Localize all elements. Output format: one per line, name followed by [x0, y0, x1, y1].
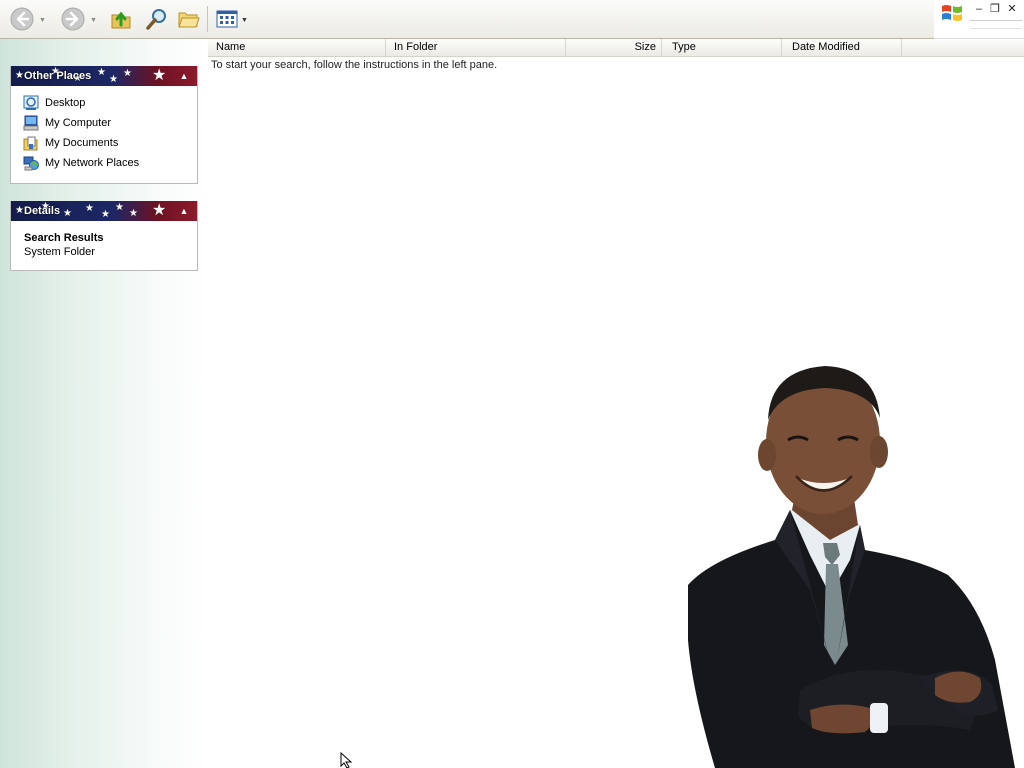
details-panel: ★ ★ ★ ★ ★ ★ ★ Details ★ ▲ Search Results…: [10, 201, 198, 271]
address-line-2: [970, 28, 1022, 29]
details-type: System Folder: [24, 246, 95, 258]
search-button[interactable]: [144, 5, 170, 33]
toolbar-separator: [207, 6, 208, 32]
minimize-button[interactable]: –: [972, 2, 986, 16]
search-instructions-text: To start your search, follow the instruc…: [211, 59, 498, 71]
place-desktop[interactable]: Desktop: [23, 95, 85, 111]
collapse-chevron-icon[interactable]: ▲: [177, 201, 191, 221]
address-line: [970, 20, 1022, 21]
other-places-panel: ★ ★ ★ ★ ★ ★ Other Places ★ ▲ Desktop My …: [10, 66, 198, 184]
toolbar: ▼ ▼ ▼: [0, 0, 934, 39]
column-header-in-folder[interactable]: In Folder: [386, 39, 566, 56]
other-places-header[interactable]: ★ ★ ★ ★ ★ ★ Other Places ★ ▲: [11, 66, 197, 86]
network-places-icon: [23, 156, 39, 171]
forward-arrow-icon: [61, 7, 85, 31]
column-header-size[interactable]: Size: [566, 39, 662, 56]
column-header-date-modified[interactable]: Date Modified: [782, 39, 902, 56]
collapse-chevron-icon[interactable]: ▲: [177, 66, 191, 86]
my-documents-icon: [23, 136, 38, 151]
column-header-type[interactable]: Type: [662, 39, 782, 56]
column-header-name[interactable]: Name: [208, 39, 386, 56]
folders-icon: [178, 12, 200, 28]
details-name: Search Results: [24, 232, 104, 244]
list-header: Name In Folder Size Type Date Modified: [208, 39, 1024, 57]
close-button[interactable]: ✕: [1005, 2, 1019, 16]
search-magnifier-icon: [146, 9, 166, 30]
folders-button[interactable]: [176, 5, 202, 33]
back-dropdown-icon[interactable]: ▼: [39, 17, 46, 24]
views-grid-icon: [216, 10, 238, 28]
place-my-network-places[interactable]: My Network Places: [23, 155, 139, 171]
desktop-icon: [23, 95, 39, 110]
star-icon: ★: [152, 67, 167, 84]
restore-button[interactable]: ❐: [988, 2, 1002, 16]
place-label: My Computer: [45, 117, 112, 129]
details-header[interactable]: ★ ★ ★ ★ ★ ★ ★ Details ★ ▲: [11, 201, 197, 221]
mouse-cursor-icon: [340, 752, 353, 768]
back-button[interactable]: [8, 5, 36, 33]
windows-logo-icon: [942, 5, 962, 21]
task-pane: ★ ★ ★ ★ ★ ★ Other Places ★ ▲ Desktop My …: [0, 39, 208, 768]
up-folder-button[interactable]: [108, 5, 134, 33]
forward-dropdown-icon[interactable]: ▼: [90, 17, 97, 24]
place-my-documents[interactable]: My Documents: [23, 135, 118, 151]
views-dropdown-icon[interactable]: ▼: [241, 17, 248, 24]
details-title: Details: [24, 205, 61, 217]
star-icon: ★: [152, 202, 167, 219]
place-label: My Network Places: [45, 157, 140, 169]
place-label: Desktop: [45, 97, 86, 109]
place-my-computer[interactable]: My Computer: [23, 115, 111, 131]
folder-up-icon: [111, 11, 131, 29]
back-arrow-icon: [10, 7, 34, 31]
desktop-photo: [688, 366, 1015, 768]
views-button[interactable]: [214, 5, 240, 33]
forward-button[interactable]: [59, 5, 87, 33]
place-label: My Documents: [45, 137, 119, 149]
my-computer-icon: [23, 115, 39, 131]
other-places-title: Other Places: [24, 70, 92, 82]
